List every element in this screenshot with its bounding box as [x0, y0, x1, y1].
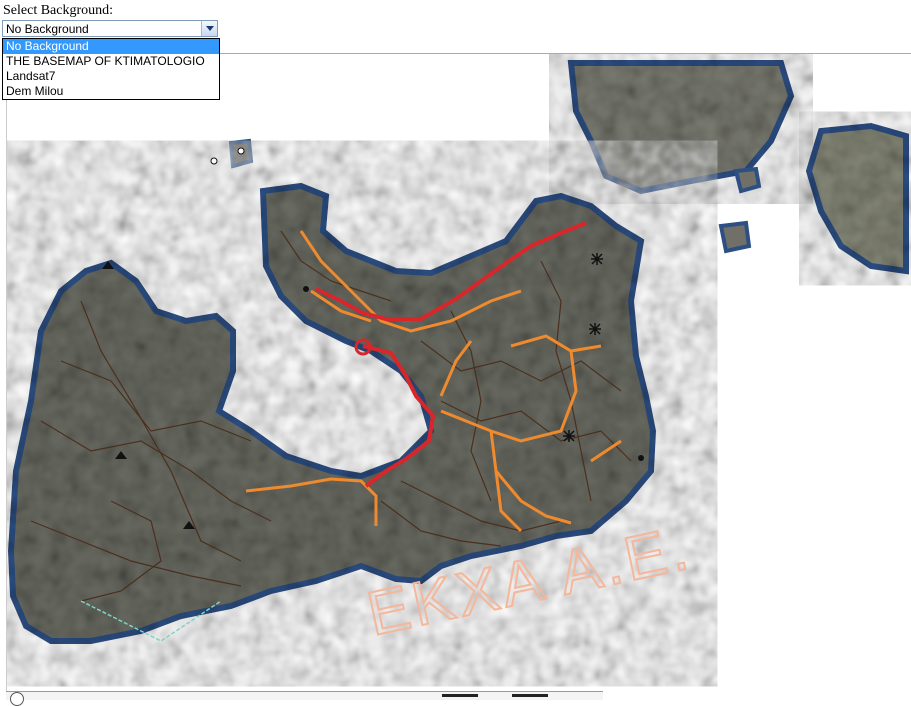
option-dem-milou[interactable]: Dem Milou [3, 84, 219, 99]
map-scale-bar-right [512, 694, 548, 697]
background-select[interactable]: No Background [2, 20, 218, 37]
option-basemap-ktimatologio[interactable]: THE BASEMAP OF KTIMATOLOGIO [3, 54, 219, 69]
island-map: EKXA A.E. [7, 60, 909, 650]
island-east [805, 122, 909, 275]
select-background-label: Select Background: [3, 3, 114, 18]
map-circle-control[interactable] [10, 692, 24, 706]
map-scale-bar-left [442, 694, 478, 697]
background-dropdown-list: No Background THE BASEMAP OF KTIMATOLOGI… [2, 38, 220, 100]
chevron-down-icon[interactable] [201, 21, 217, 36]
option-no-background[interactable]: No Background [3, 39, 219, 54]
background-select-value: No Background [6, 22, 89, 36]
option-landsat7[interactable]: Landsat7 [3, 69, 219, 84]
map-view[interactable]: EKXA A.E. [6, 53, 911, 699]
